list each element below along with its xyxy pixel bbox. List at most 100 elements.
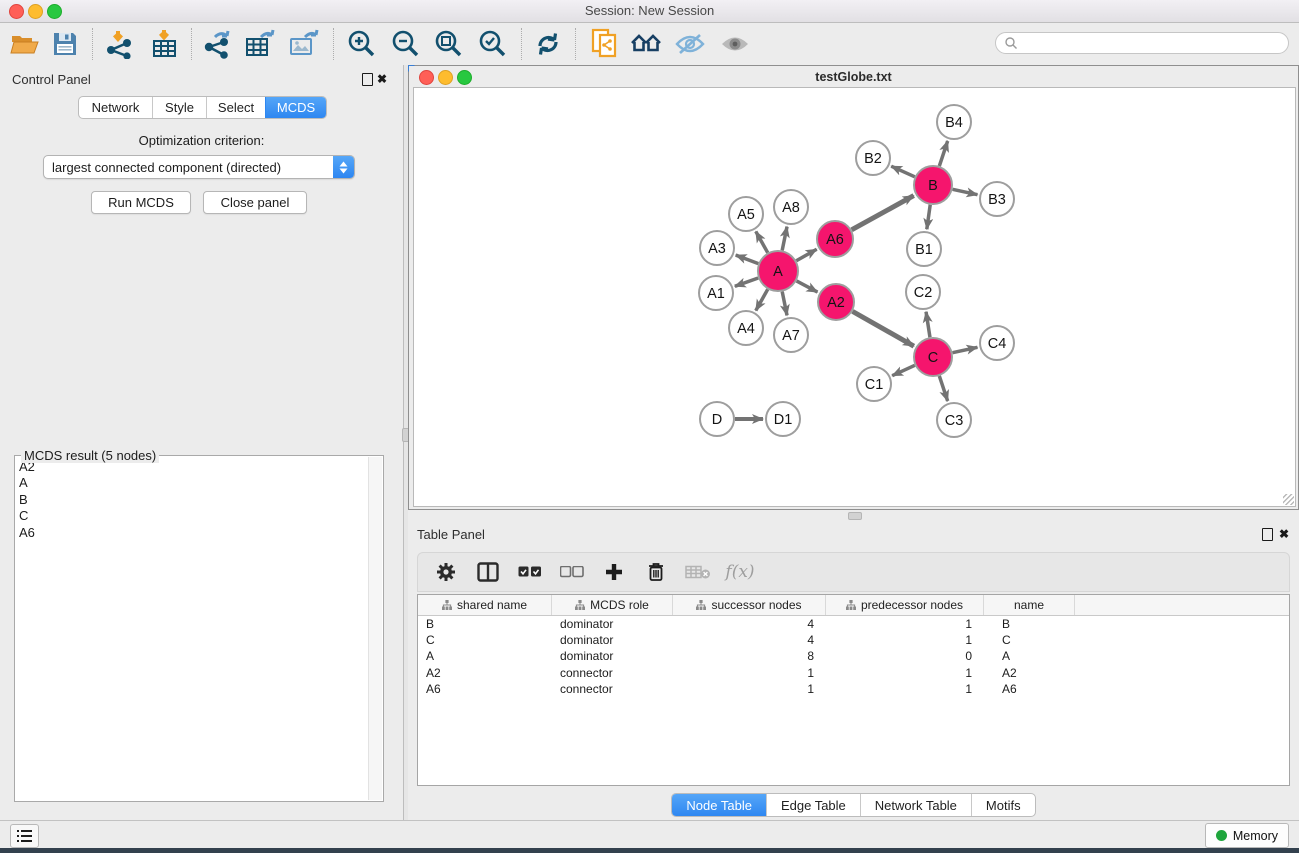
memory-button[interactable]: Memory xyxy=(1205,823,1289,848)
select-all-rows-icon[interactable] xyxy=(516,558,544,586)
zoom-out-icon[interactable] xyxy=(388,27,422,61)
close-panel-button[interactable]: Close panel xyxy=(203,191,307,214)
float-panel-icon[interactable] xyxy=(362,73,373,86)
edge-A-A6[interactable] xyxy=(796,249,816,260)
table-cell: A2 xyxy=(418,666,552,680)
edge-B-B1[interactable] xyxy=(927,205,930,229)
window-title: Session: New Session xyxy=(0,3,1299,18)
tab-select[interactable]: Select xyxy=(206,97,265,118)
edge-C-C1[interactable] xyxy=(892,365,915,375)
table-row[interactable]: Cdominator41C xyxy=(418,632,1289,648)
column-header[interactable]: successor nodes xyxy=(673,595,826,615)
network-graph[interactable]: B4B2BB3A8A5A6A3B1AA1C2A2A4A7C4CC1DD1C3 xyxy=(414,88,1295,506)
delete-table-icon[interactable] xyxy=(684,558,712,586)
edge-A2-C[interactable] xyxy=(853,311,914,346)
run-mcds-button[interactable]: Run MCDS xyxy=(91,191,191,214)
tab-edge-table[interactable]: Edge Table xyxy=(766,794,860,816)
node-table[interactable]: shared name MCDS rolesuccessor nodesprede… xyxy=(417,594,1290,786)
tab-mcds[interactable]: MCDS xyxy=(265,97,326,118)
import-network-icon[interactable] xyxy=(102,27,136,61)
zoom-fit-icon[interactable] xyxy=(431,27,465,61)
search-field[interactable] xyxy=(995,32,1289,54)
edge-A-A5[interactable] xyxy=(756,231,768,252)
refresh-layout-icon[interactable] xyxy=(531,27,565,61)
deselect-all-rows-icon[interactable] xyxy=(558,558,586,586)
mcds-result-item[interactable]: B xyxy=(19,492,383,508)
column-header[interactable]: predecessor nodes xyxy=(826,595,984,615)
tab-style[interactable]: Style xyxy=(152,97,206,118)
zoom-selected-icon[interactable] xyxy=(475,27,509,61)
horizontal-splitter[interactable] xyxy=(408,510,1299,520)
column-header-label: name xyxy=(1014,598,1044,612)
first-neighbors-icon[interactable] xyxy=(630,27,664,61)
task-history-button[interactable] xyxy=(10,824,39,848)
edge-B-B4[interactable] xyxy=(939,141,947,166)
node-label-B3: B3 xyxy=(988,192,1006,208)
mcds-result-item[interactable]: A xyxy=(19,475,383,491)
node-label-A2: A2 xyxy=(827,295,845,311)
edge-A-A2[interactable] xyxy=(797,281,818,292)
network-canvas[interactable]: B4B2BB3A8A5A6A3B1AA1C2A2A4A7C4CC1DD1C3 xyxy=(413,87,1296,507)
splitter-handle[interactable] xyxy=(848,512,862,520)
import-table-icon[interactable] xyxy=(148,27,182,61)
edge-B-B2[interactable] xyxy=(891,166,915,177)
close-table-panel-icon[interactable]: ✖ xyxy=(1279,528,1289,540)
node-label-D: D xyxy=(712,412,722,428)
table-row[interactable]: Bdominator41B xyxy=(418,616,1289,632)
tab-node-table[interactable]: Node Table xyxy=(672,794,766,816)
edge-B-B3[interactable] xyxy=(953,189,978,194)
edge-A-A3[interactable] xyxy=(736,255,759,264)
show-columns-icon[interactable] xyxy=(474,558,502,586)
toolbar-separator xyxy=(575,28,576,60)
table-toolbar: f(x) xyxy=(417,552,1290,592)
export-table-icon[interactable] xyxy=(243,27,277,61)
edge-A-A8[interactable] xyxy=(782,227,787,251)
table-row[interactable]: Adominator80A xyxy=(418,648,1289,664)
new-network-from-selection-icon[interactable] xyxy=(588,27,622,61)
table-cell: 8 xyxy=(673,649,826,663)
column-header-label: shared name xyxy=(457,598,527,612)
show-all-icon[interactable] xyxy=(718,27,752,61)
search-input[interactable] xyxy=(1018,35,1262,51)
edge-A-A1[interactable] xyxy=(735,278,758,286)
column-header[interactable]: shared name xyxy=(418,595,552,615)
toolbar-separator xyxy=(92,28,93,60)
table-cell: B xyxy=(418,617,552,631)
hide-selected-icon[interactable] xyxy=(673,27,707,61)
mcds-result-title: MCDS result (5 nodes) xyxy=(21,448,159,463)
zoom-in-icon[interactable] xyxy=(344,27,378,61)
column-header[interactable]: name xyxy=(984,595,1075,615)
mcds-result-scrollbar[interactable] xyxy=(368,457,382,800)
tab-network[interactable]: Network xyxy=(79,97,152,118)
edge-A-A4[interactable] xyxy=(756,289,768,310)
delete-column-icon[interactable] xyxy=(642,558,670,586)
export-network-icon[interactable] xyxy=(201,27,235,61)
tab-motifs[interactable]: Motifs xyxy=(971,794,1035,816)
mcds-result-item[interactable]: A6 xyxy=(19,525,383,541)
edge-A6-B[interactable] xyxy=(852,196,914,230)
edge-C-C2[interactable] xyxy=(926,312,930,337)
table-cell: A6 xyxy=(418,682,552,696)
mcds-result-item[interactable]: C xyxy=(19,508,383,524)
column-header[interactable]: MCDS role xyxy=(552,595,673,615)
edge-C-C3[interactable] xyxy=(939,376,947,401)
window-resize-grip[interactable] xyxy=(1283,494,1294,505)
tab-network-table[interactable]: Network Table xyxy=(860,794,971,816)
open-file-icon[interactable] xyxy=(8,27,42,61)
edge-A-A7[interactable] xyxy=(782,292,787,316)
add-column-icon[interactable] xyxy=(600,558,628,586)
save-session-icon[interactable] xyxy=(48,27,82,61)
toolbar-separator xyxy=(521,28,522,60)
close-panel-icon[interactable]: ✖ xyxy=(377,73,387,85)
criterion-dropdown[interactable]: largest connected component (directed) xyxy=(43,155,355,179)
table-row[interactable]: A6connector11A6 xyxy=(418,681,1289,697)
float-table-panel-icon[interactable] xyxy=(1262,528,1273,541)
table-row[interactable]: A2connector11A2 xyxy=(418,665,1289,681)
table-settings-icon[interactable] xyxy=(432,558,460,586)
function-builder-icon[interactable]: f(x) xyxy=(726,558,754,586)
table-panel: Table Panel ✖ f(x) shared nameMCDS roles… xyxy=(408,520,1299,820)
mcds-result-list[interactable]: A2ABCA6 xyxy=(15,456,383,541)
edge-C-C4[interactable] xyxy=(953,347,978,352)
table-cell: 4 xyxy=(673,633,826,647)
export-image-icon[interactable] xyxy=(287,27,321,61)
